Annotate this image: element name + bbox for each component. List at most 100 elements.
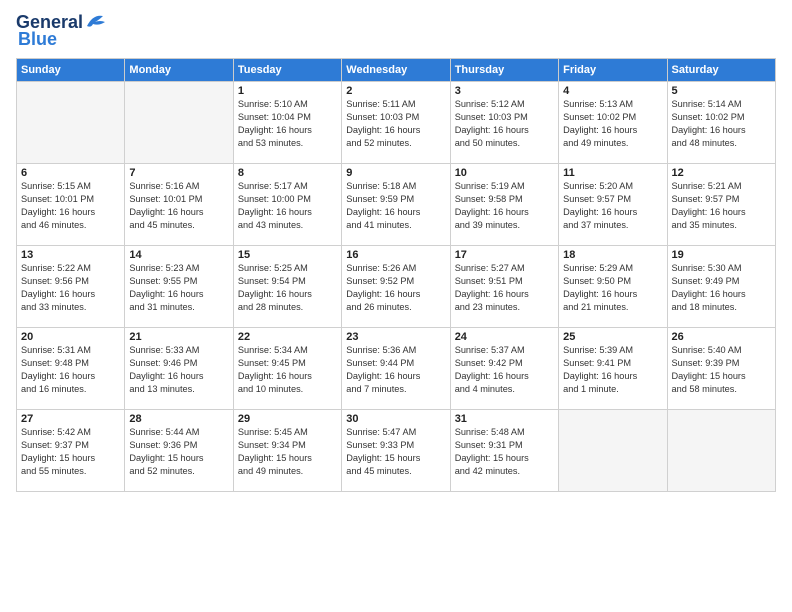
calendar-table: SundayMondayTuesdayWednesdayThursdayFrid…: [16, 58, 776, 492]
day-number: 14: [129, 249, 228, 261]
day-info: Sunrise: 5:21 AM Sunset: 9:57 PM Dayligh…: [672, 180, 771, 232]
calendar-cell: 15Sunrise: 5:25 AM Sunset: 9:54 PM Dayli…: [233, 246, 341, 328]
day-info: Sunrise: 5:18 AM Sunset: 9:59 PM Dayligh…: [346, 180, 445, 232]
calendar-cell: 3Sunrise: 5:12 AM Sunset: 10:03 PM Dayli…: [450, 82, 558, 164]
day-info: Sunrise: 5:12 AM Sunset: 10:03 PM Daylig…: [455, 98, 554, 150]
day-number: 20: [21, 331, 120, 343]
calendar-cell: 27Sunrise: 5:42 AM Sunset: 9:37 PM Dayli…: [17, 410, 125, 492]
day-info: Sunrise: 5:14 AM Sunset: 10:02 PM Daylig…: [672, 98, 771, 150]
day-header-monday: Monday: [125, 59, 233, 82]
day-number: 9: [346, 167, 445, 179]
day-info: Sunrise: 5:30 AM Sunset: 9:49 PM Dayligh…: [672, 262, 771, 314]
day-number: 18: [563, 249, 662, 261]
day-header-tuesday: Tuesday: [233, 59, 341, 82]
day-number: 2: [346, 85, 445, 97]
week-row-5: 27Sunrise: 5:42 AM Sunset: 9:37 PM Dayli…: [17, 410, 776, 492]
calendar-cell: 7Sunrise: 5:16 AM Sunset: 10:01 PM Dayli…: [125, 164, 233, 246]
day-number: 30: [346, 413, 445, 425]
calendar-cell: 13Sunrise: 5:22 AM Sunset: 9:56 PM Dayli…: [17, 246, 125, 328]
calendar-cell: 22Sunrise: 5:34 AM Sunset: 9:45 PM Dayli…: [233, 328, 341, 410]
day-info: Sunrise: 5:44 AM Sunset: 9:36 PM Dayligh…: [129, 426, 228, 478]
calendar-cell: 23Sunrise: 5:36 AM Sunset: 9:44 PM Dayli…: [342, 328, 450, 410]
week-row-4: 20Sunrise: 5:31 AM Sunset: 9:48 PM Dayli…: [17, 328, 776, 410]
calendar-cell: 30Sunrise: 5:47 AM Sunset: 9:33 PM Dayli…: [342, 410, 450, 492]
calendar-cell: [667, 410, 775, 492]
day-number: 17: [455, 249, 554, 261]
calendar-cell: 12Sunrise: 5:21 AM Sunset: 9:57 PM Dayli…: [667, 164, 775, 246]
calendar-cell: [559, 410, 667, 492]
day-info: Sunrise: 5:34 AM Sunset: 9:45 PM Dayligh…: [238, 344, 337, 396]
day-number: 29: [238, 413, 337, 425]
calendar-cell: 17Sunrise: 5:27 AM Sunset: 9:51 PM Dayli…: [450, 246, 558, 328]
day-number: 1: [238, 85, 337, 97]
day-info: Sunrise: 5:22 AM Sunset: 9:56 PM Dayligh…: [21, 262, 120, 314]
day-info: Sunrise: 5:40 AM Sunset: 9:39 PM Dayligh…: [672, 344, 771, 396]
day-info: Sunrise: 5:47 AM Sunset: 9:33 PM Dayligh…: [346, 426, 445, 478]
week-row-1: 1Sunrise: 5:10 AM Sunset: 10:04 PM Dayli…: [17, 82, 776, 164]
day-number: 11: [563, 167, 662, 179]
calendar-cell: 8Sunrise: 5:17 AM Sunset: 10:00 PM Dayli…: [233, 164, 341, 246]
day-number: 27: [21, 413, 120, 425]
day-number: 25: [563, 331, 662, 343]
day-header-friday: Friday: [559, 59, 667, 82]
day-number: 15: [238, 249, 337, 261]
day-number: 3: [455, 85, 554, 97]
day-info: Sunrise: 5:19 AM Sunset: 9:58 PM Dayligh…: [455, 180, 554, 232]
day-number: 6: [21, 167, 120, 179]
day-number: 8: [238, 167, 337, 179]
day-number: 7: [129, 167, 228, 179]
day-info: Sunrise: 5:48 AM Sunset: 9:31 PM Dayligh…: [455, 426, 554, 478]
logo: General Blue: [16, 12, 107, 50]
calendar-cell: 16Sunrise: 5:26 AM Sunset: 9:52 PM Dayli…: [342, 246, 450, 328]
day-number: 19: [672, 249, 771, 261]
calendar-cell: 29Sunrise: 5:45 AM Sunset: 9:34 PM Dayli…: [233, 410, 341, 492]
logo-bird-icon: [85, 12, 107, 30]
calendar-cell: 10Sunrise: 5:19 AM Sunset: 9:58 PM Dayli…: [450, 164, 558, 246]
calendar-cell: 14Sunrise: 5:23 AM Sunset: 9:55 PM Dayli…: [125, 246, 233, 328]
day-info: Sunrise: 5:39 AM Sunset: 9:41 PM Dayligh…: [563, 344, 662, 396]
day-header-saturday: Saturday: [667, 59, 775, 82]
day-header-sunday: Sunday: [17, 59, 125, 82]
day-number: 26: [672, 331, 771, 343]
calendar-cell: [125, 82, 233, 164]
calendar-cell: 11Sunrise: 5:20 AM Sunset: 9:57 PM Dayli…: [559, 164, 667, 246]
calendar-cell: 20Sunrise: 5:31 AM Sunset: 9:48 PM Dayli…: [17, 328, 125, 410]
day-info: Sunrise: 5:37 AM Sunset: 9:42 PM Dayligh…: [455, 344, 554, 396]
day-number: 5: [672, 85, 771, 97]
day-info: Sunrise: 5:16 AM Sunset: 10:01 PM Daylig…: [129, 180, 228, 232]
day-info: Sunrise: 5:31 AM Sunset: 9:48 PM Dayligh…: [21, 344, 120, 396]
day-number: 10: [455, 167, 554, 179]
day-info: Sunrise: 5:11 AM Sunset: 10:03 PM Daylig…: [346, 98, 445, 150]
week-row-3: 13Sunrise: 5:22 AM Sunset: 9:56 PM Dayli…: [17, 246, 776, 328]
week-row-2: 6Sunrise: 5:15 AM Sunset: 10:01 PM Dayli…: [17, 164, 776, 246]
day-number: 13: [21, 249, 120, 261]
day-number: 28: [129, 413, 228, 425]
calendar-cell: 21Sunrise: 5:33 AM Sunset: 9:46 PM Dayli…: [125, 328, 233, 410]
calendar-cell: 28Sunrise: 5:44 AM Sunset: 9:36 PM Dayli…: [125, 410, 233, 492]
day-info: Sunrise: 5:13 AM Sunset: 10:02 PM Daylig…: [563, 98, 662, 150]
day-number: 24: [455, 331, 554, 343]
calendar-cell: 4Sunrise: 5:13 AM Sunset: 10:02 PM Dayli…: [559, 82, 667, 164]
day-number: 21: [129, 331, 228, 343]
calendar-cell: 1Sunrise: 5:10 AM Sunset: 10:04 PM Dayli…: [233, 82, 341, 164]
calendar-header-row: SundayMondayTuesdayWednesdayThursdayFrid…: [17, 59, 776, 82]
day-number: 4: [563, 85, 662, 97]
calendar-cell: 18Sunrise: 5:29 AM Sunset: 9:50 PM Dayli…: [559, 246, 667, 328]
logo-blue: Blue: [16, 29, 57, 50]
calendar-cell: 9Sunrise: 5:18 AM Sunset: 9:59 PM Daylig…: [342, 164, 450, 246]
calendar-cell: 19Sunrise: 5:30 AM Sunset: 9:49 PM Dayli…: [667, 246, 775, 328]
day-info: Sunrise: 5:36 AM Sunset: 9:44 PM Dayligh…: [346, 344, 445, 396]
day-info: Sunrise: 5:25 AM Sunset: 9:54 PM Dayligh…: [238, 262, 337, 314]
day-number: 23: [346, 331, 445, 343]
day-info: Sunrise: 5:27 AM Sunset: 9:51 PM Dayligh…: [455, 262, 554, 314]
day-header-wednesday: Wednesday: [342, 59, 450, 82]
page: General Blue SundayMondayTuesdayWednesda…: [0, 0, 792, 612]
day-info: Sunrise: 5:45 AM Sunset: 9:34 PM Dayligh…: [238, 426, 337, 478]
calendar-cell: 31Sunrise: 5:48 AM Sunset: 9:31 PM Dayli…: [450, 410, 558, 492]
day-info: Sunrise: 5:26 AM Sunset: 9:52 PM Dayligh…: [346, 262, 445, 314]
calendar-cell: 26Sunrise: 5:40 AM Sunset: 9:39 PM Dayli…: [667, 328, 775, 410]
day-info: Sunrise: 5:23 AM Sunset: 9:55 PM Dayligh…: [129, 262, 228, 314]
calendar-cell: [17, 82, 125, 164]
day-number: 22: [238, 331, 337, 343]
day-info: Sunrise: 5:10 AM Sunset: 10:04 PM Daylig…: [238, 98, 337, 150]
